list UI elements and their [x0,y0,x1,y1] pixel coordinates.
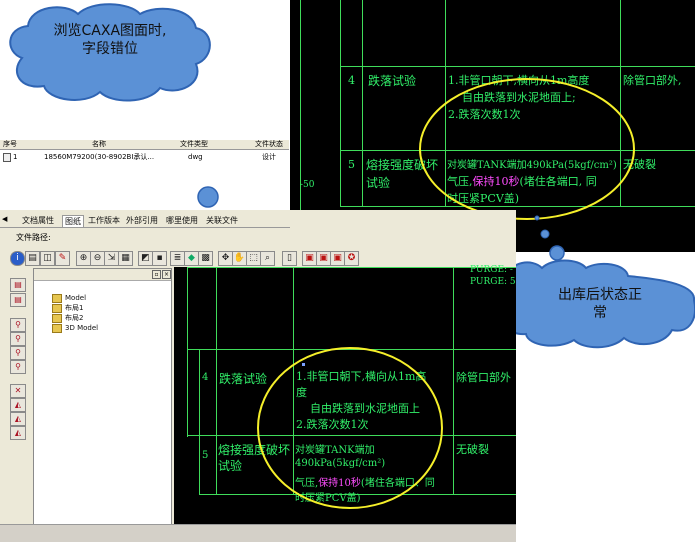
tree-item-3d-model[interactable]: 3D Model [52,323,98,333]
file-path-label: 文件路径: [16,233,51,242]
folder-icon [52,323,62,333]
tree-item-model[interactable]: Model [52,293,86,303]
measure-icon[interactable]: ▣ [302,251,317,266]
side-tool-3[interactable]: ⚲ [10,318,26,332]
select-icon[interactable]: ⬚ [246,251,261,266]
fit-icon[interactable]: ⇲ [104,251,119,266]
side-tool-1[interactable]: ▤ [10,278,26,292]
tab-where-used[interactable]: 哪里使用 [166,215,198,227]
rotate-icon[interactable]: ◩ [138,251,153,266]
window-icon[interactable]: ▦ [118,251,133,266]
side-tool-10[interactable]: ◭ [10,426,26,440]
toolbar: i ▤ ◫ ✎ ⊕ ⊖ ⇲ ▦ ◩ ▪ ≣ ◆ ▩ ✥ ✋ ⬚ ⌕ ▯ ▣ ▣ … [10,251,360,266]
side-tool-2[interactable]: ▤ [10,293,26,307]
tab-doc-properties[interactable]: 文档属性 [22,215,54,227]
move-icon[interactable]: ✥ [218,251,233,266]
stamp-icon[interactable]: ✪ [344,251,359,266]
tab-related-files[interactable]: 关联文件 [206,215,238,227]
bottom-cad-drawing[interactable]: PURGE: - PURGE: 5 4 跌落试验 1.非管口朝下,横向从1m高 … [174,265,516,530]
zoom-in-icon[interactable]: ⊕ [76,251,91,266]
top-callout-text: 浏览CAXA图面时, 字段错位 [53,23,167,57]
tree-item-layout2[interactable]: 布局2 [52,313,83,323]
preview-icon[interactable]: ◫ [40,251,55,266]
zoom-out-icon[interactable]: ⊖ [90,251,105,266]
side-tool-4[interactable]: ⚲ [10,332,26,346]
side-toolbar: ▤ ▤ ⚲ ⚲ ⚲ ⚲ ✕ ◭ ◭ ◭ [0,268,30,541]
print-icon[interactable]: ▤ [25,251,40,266]
compare-icon[interactable]: ▣ [316,251,331,266]
tab-scroll-left[interactable]: ◀ [2,215,7,223]
side-tool-8[interactable]: ◭ [10,398,26,412]
grid-icon[interactable]: ▩ [198,251,213,266]
info-icon[interactable]: i [10,251,25,266]
close-icon[interactable]: × [162,270,171,279]
delete-icon[interactable]: ✕ [10,384,26,398]
layer-icon[interactable]: ▪ [152,251,167,266]
tree-item-layout1[interactable]: 布局1 [52,303,83,313]
side-tool-9[interactable]: ◭ [10,412,26,426]
color-icon[interactable]: ◆ [184,251,199,266]
folder-icon [52,313,62,323]
folder-icon [52,303,62,313]
search-icon[interactable]: ⌕ [260,251,275,266]
hand-icon[interactable]: ✋ [232,251,247,266]
folder-icon [52,293,62,303]
viewer-panel: ◀ 文档属性 图纸 工作版本 外部引用 哪里使用 关联文件 文件路径: i ▤ … [0,210,516,541]
tab-external-refs[interactable]: 外部引用 [126,215,158,227]
side-tool-5[interactable]: ⚲ [10,346,26,360]
stack-icon[interactable]: ≣ [170,251,185,266]
tab-work-version[interactable]: 工作版本 [88,215,120,227]
pin-icon[interactable]: ▫ [152,270,161,279]
side-tool-6[interactable]: ⚲ [10,360,26,374]
highlight-circle [257,347,443,509]
layout-tree: ▫ × Model 布局1 布局2 3D Model [33,268,172,528]
bottom-callout-text: 出库后状态正 常 [558,287,642,321]
page-icon[interactable]: ▯ [282,251,297,266]
horizontal-scrollbar[interactable] [0,524,516,542]
markup-icon[interactable]: ▣ [330,251,345,266]
pen-icon[interactable]: ✎ [55,251,70,266]
